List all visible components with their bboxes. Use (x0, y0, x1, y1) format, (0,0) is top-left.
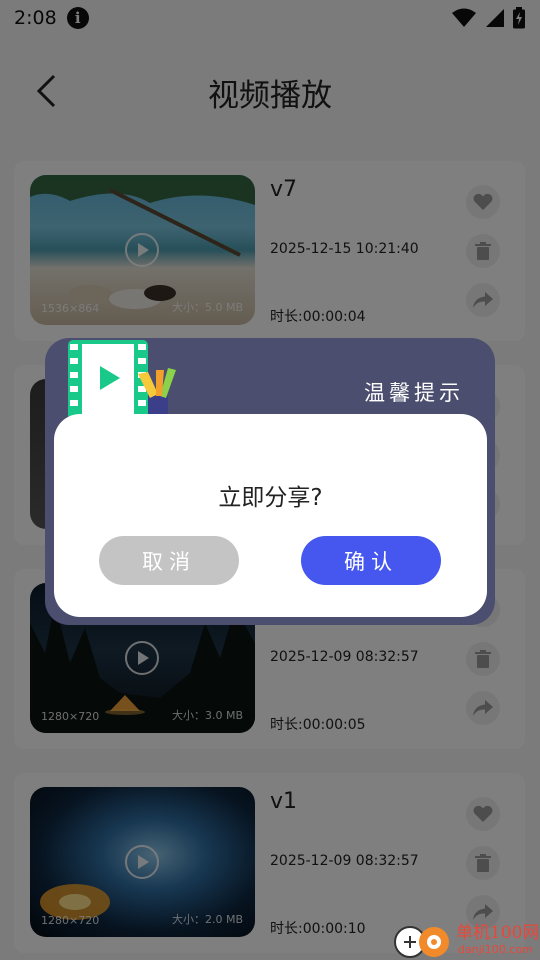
site-watermark: 单机100网 danji100.com (390, 916, 540, 960)
dialog-title: 温馨提示 (364, 381, 464, 405)
cancel-button[interactable]: 取消 (99, 536, 239, 585)
dialog-message: 立即分享? (218, 485, 323, 511)
film-clip-icon (68, 340, 176, 418)
share-dialog: 立即分享? 取消 确认 (54, 414, 487, 617)
confirm-button[interactable]: 确认 (301, 536, 441, 585)
watermark-url: danji100.com (458, 943, 533, 956)
watermark-brand: 单机100网 (456, 923, 540, 943)
watermark-logo-icon (394, 926, 449, 958)
